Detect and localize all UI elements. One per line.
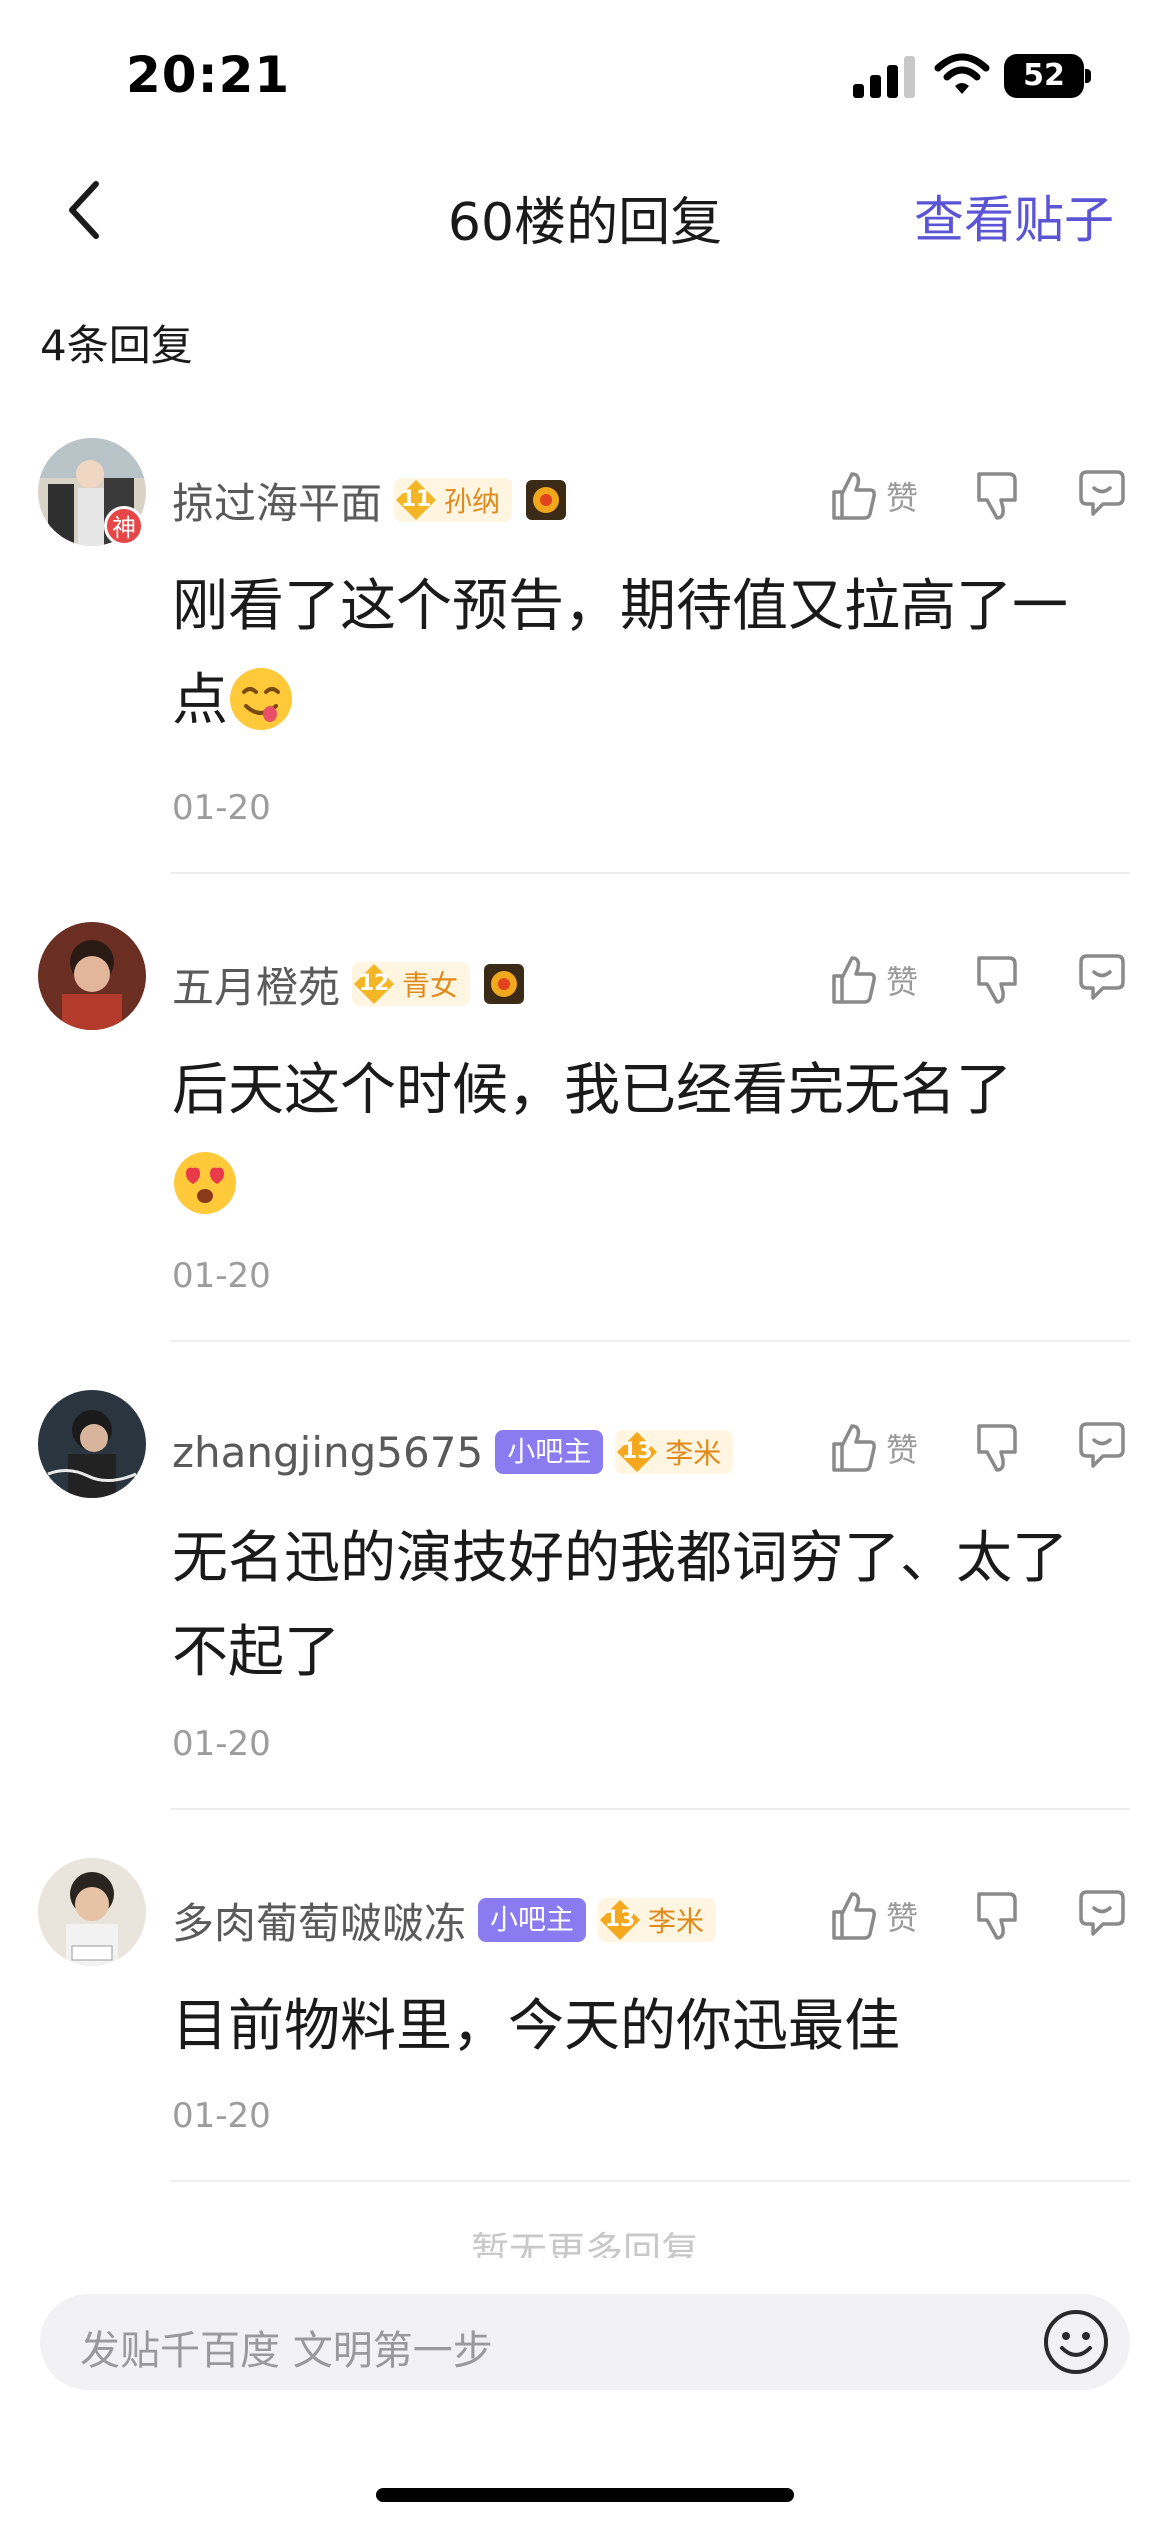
username[interactable]: zhangjing5675 [172, 1428, 483, 1477]
level-number: 12 [358, 971, 390, 996]
comment-icon[interactable] [1077, 468, 1127, 518]
level-badge: 13 李米 [598, 1898, 717, 1942]
thumb-down-icon[interactable] [975, 1890, 1023, 1942]
level-diamond-icon: 12 [352, 962, 396, 1006]
like-label: 赞 [886, 1899, 919, 1937]
username[interactable]: 多肉葡萄啵啵冻 [172, 1890, 466, 1951]
reply-actions: 赞 [830, 466, 1140, 526]
level-badge: 13 李米 [615, 1430, 734, 1474]
thumb-down-icon[interactable] [975, 1422, 1023, 1474]
view-post-button[interactable]: 查看贴子 [914, 180, 1114, 252]
like-label: 赞 [886, 963, 919, 1001]
status-bar: 20:21 52 [0, 0, 1170, 150]
comment-icon[interactable] [1077, 1420, 1127, 1470]
thumb-up-icon [832, 956, 876, 1004]
reply-text-content: 无名迅的演技好的我都词穷了、太了不起了 [172, 1526, 1068, 1685]
heart-eyes-emoji-icon [174, 1151, 236, 1214]
avatar[interactable] [38, 1390, 146, 1498]
signal-icon [853, 56, 915, 98]
level-number: 11 [400, 487, 432, 512]
reply-actions: 赞 [830, 950, 1140, 1010]
level-name: 孙纳 [444, 485, 501, 518]
divider [170, 1808, 1130, 1810]
user-row: 五月橙苑 12 青女 [172, 954, 526, 1014]
reply-text: 刚看了这个预告，期待值又拉高了一点 [172, 560, 1102, 748]
thumb-down-icon[interactable] [975, 954, 1023, 1006]
level-diamond-icon: 13 [615, 1430, 659, 1474]
reply-text-content: 后天这个时候，我已经看完无名了 [172, 1058, 1012, 1123]
medal-icon [484, 964, 525, 1004]
reply-input[interactable]: 发贴千百度 文明第一步 [40, 2294, 1130, 2390]
wifi-icon [934, 53, 990, 94]
level-name: 李米 [665, 1437, 722, 1470]
reply-actions: 赞 [830, 1418, 1140, 1478]
level-badge: 11 孙纳 [394, 478, 513, 522]
level-number: 13 [604, 1907, 636, 1932]
level-diamond-icon: 11 [394, 478, 438, 522]
user-row: 掠过海平面 11 孙纳 [172, 470, 568, 530]
smiley-icon[interactable] [1042, 2308, 1110, 2376]
level-name: 李米 [648, 1905, 705, 1938]
page: 20:21 52 60楼的回复 查看贴子 4条回复 神 掠过海平面 11 孙纳 … [0, 0, 1170, 2532]
divider [170, 2180, 1130, 2182]
status-time: 20:21 [126, 46, 291, 104]
moderator-badge: 小吧主 [478, 1898, 587, 1942]
reply-text-content: 目前物料里，今天的你迅最佳 [172, 1994, 900, 2059]
reply-date: 01-20 [172, 1256, 271, 1296]
divider [170, 1340, 1130, 1342]
reply-text: 无名迅的演技好的我都词穷了、太了不起了 [172, 1512, 1102, 1700]
reply-text-content: 刚看了这个预告，期待值又拉高了一点 [172, 574, 1068, 733]
like-button[interactable]: 赞 [830, 950, 918, 1010]
yummy-face-emoji-icon [230, 667, 292, 730]
medal-icon [526, 480, 567, 520]
level-diamond-icon: 13 [598, 1898, 642, 1942]
like-button[interactable]: 赞 [830, 1886, 918, 1946]
home-indicator [376, 2488, 794, 2502]
divider [170, 872, 1130, 874]
battery-icon: 52 [1004, 54, 1091, 98]
avatar[interactable] [38, 1858, 146, 1966]
thumb-up-icon [832, 1892, 876, 1940]
avatar[interactable] [38, 922, 146, 1030]
reply-text: 目前物料里，今天的你迅最佳 [172, 1980, 1102, 2074]
username[interactable]: 掠过海平面 [172, 470, 382, 531]
level-name: 青女 [402, 969, 459, 1002]
thumb-up-icon [832, 472, 876, 520]
reply-date: 01-20 [172, 788, 271, 828]
like-label: 赞 [886, 479, 919, 517]
thumb-up-icon [832, 1424, 876, 1472]
reply-actions: 赞 [830, 1886, 1140, 1946]
comment-icon[interactable] [1077, 952, 1127, 1002]
like-label: 赞 [886, 1431, 919, 1469]
back-icon[interactable] [56, 170, 116, 250]
reply-date: 01-20 [172, 2096, 271, 2136]
user-row: zhangjing5675 小吧主 13 李米 [172, 1422, 734, 1482]
like-button[interactable]: 赞 [830, 466, 918, 526]
like-button[interactable]: 赞 [830, 1418, 918, 1478]
nav-bar: 60楼的回复 查看贴子 [0, 150, 1170, 270]
level-number: 13 [621, 1439, 653, 1464]
avatar-badge: 神 [104, 506, 144, 546]
level-badge: 12 青女 [352, 962, 471, 1006]
moderator-badge: 小吧主 [495, 1430, 604, 1474]
battery-level: 52 [1023, 58, 1065, 93]
user-row: 多肉葡萄啵啵冻 小吧主 13 李米 [172, 1890, 717, 1951]
reply-text: 后天这个时候，我已经看完无名了 [172, 1044, 1102, 1232]
reply-count: 4条回复 [40, 321, 193, 370]
input-placeholder: 发贴千百度 文明第一步 [80, 2328, 493, 2374]
thumb-down-icon[interactable] [975, 470, 1023, 522]
comment-icon[interactable] [1077, 1888, 1127, 1938]
reply-date: 01-20 [172, 1724, 271, 1764]
username[interactable]: 五月橙苑 [172, 954, 340, 1015]
